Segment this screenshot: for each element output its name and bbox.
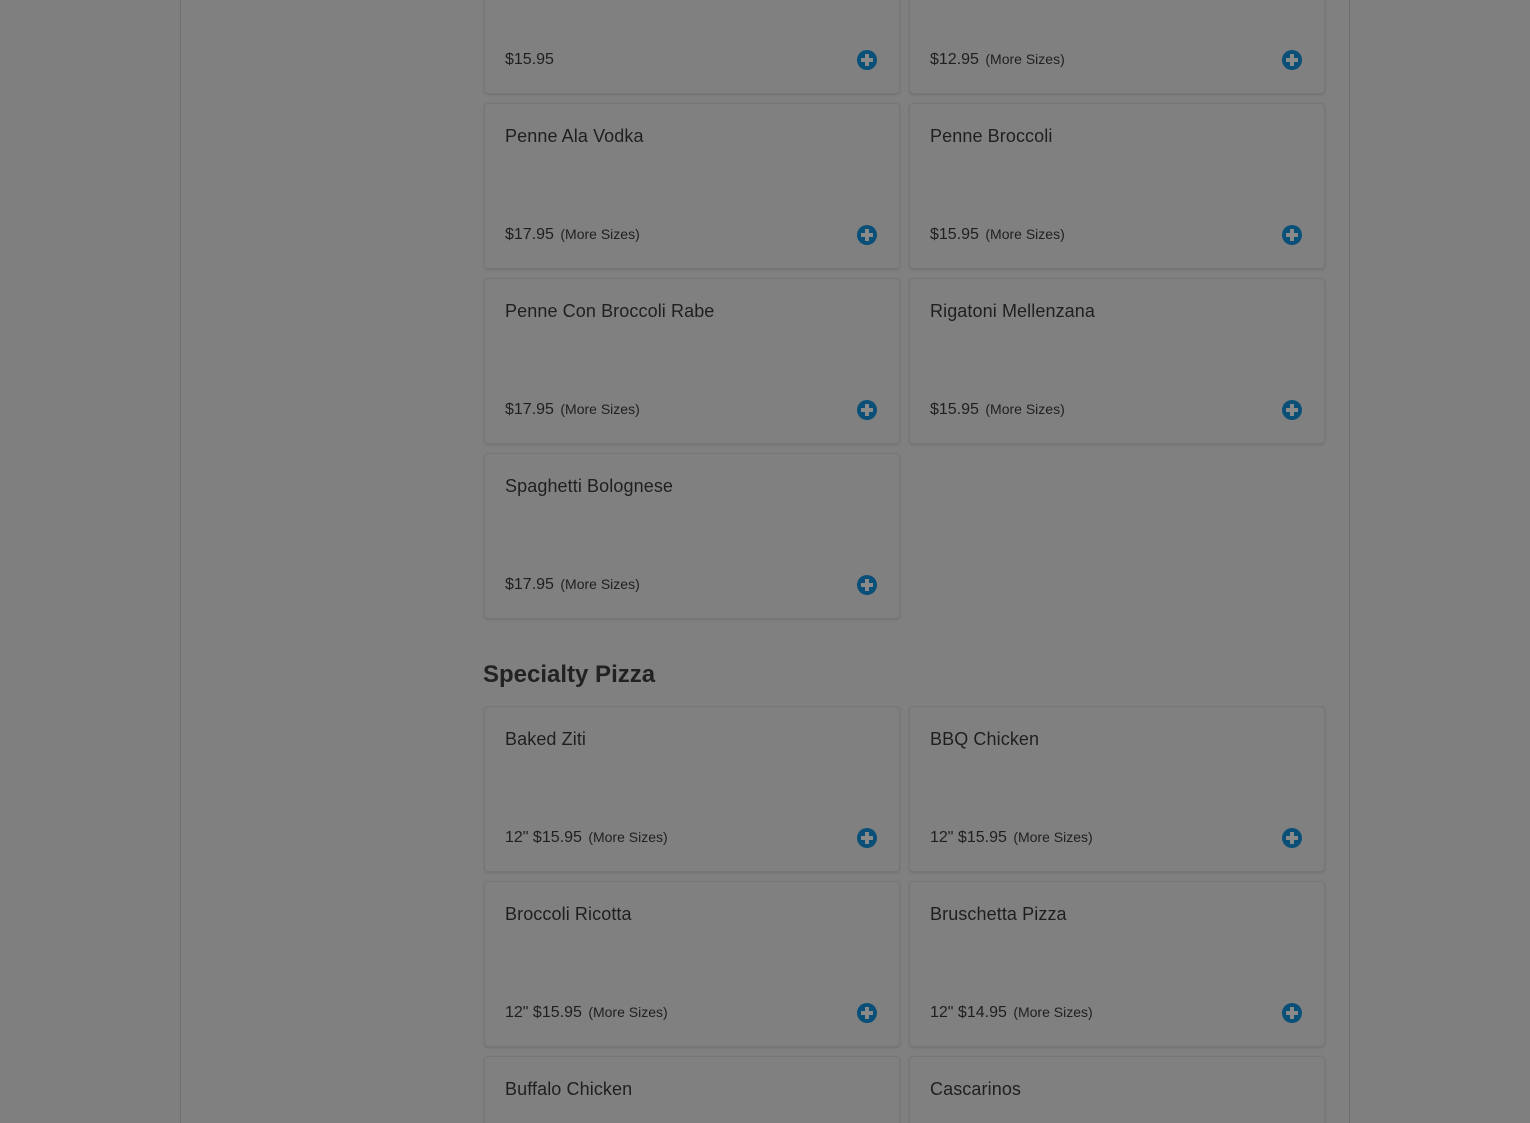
menu-item-card[interactable]: Penne Con Broccoli Rabe $17.95 (More Siz… — [484, 278, 900, 444]
add-item-plus-icon[interactable] — [1282, 225, 1302, 245]
item-name: Cascarinos — [930, 1079, 1022, 1099]
add-item-plus-icon[interactable] — [857, 225, 877, 245]
item-price: $17.95 — [505, 401, 554, 418]
item-price-row: $15.95 (More Sizes) — [930, 226, 1065, 244]
item-name: Penne Ala Vodka — [505, 126, 644, 146]
add-item-plus-icon[interactable] — [1282, 1003, 1302, 1023]
item-price: $15.95 — [930, 226, 979, 243]
add-item-plus-icon[interactable] — [1282, 400, 1302, 420]
item-name: Bruschetta Pizza — [930, 904, 1067, 924]
item-name: Rigatoni Mellenzana — [930, 301, 1095, 321]
item-price: $12.95 — [930, 51, 979, 68]
menu-item-card[interactable]: $15.95 — [484, 0, 900, 94]
menu-item-card[interactable]: Penne Broccoli $15.95 (More Sizes) — [909, 103, 1325, 269]
item-name: Baked Ziti — [505, 729, 587, 749]
more-sizes-label: (More Sizes) — [560, 226, 640, 242]
item-price-row: 12" $14.95 (More Sizes) — [930, 1004, 1093, 1022]
menu-item-card[interactable]: $12.95 (More Sizes) — [909, 0, 1325, 94]
item-price: $17.95 — [505, 226, 554, 243]
item-price-row: 12" $15.95 (More Sizes) — [930, 829, 1093, 847]
menu-item-card[interactable]: BBQ Chicken 12" $15.95 (More Sizes) — [909, 706, 1325, 872]
more-sizes-label: (More Sizes) — [1013, 829, 1093, 845]
add-item-plus-icon[interactable] — [857, 50, 877, 70]
item-name: Spaghetti Bolognese — [505, 476, 674, 496]
item-price-row: 12" $15.95 (More Sizes) — [505, 829, 668, 847]
item-price-row: $17.95 (More Sizes) — [505, 226, 640, 244]
item-price: 12" $15.95 — [930, 829, 1007, 846]
add-item-plus-icon[interactable] — [857, 828, 877, 848]
item-name: Broccoli Ricotta — [505, 904, 632, 924]
more-sizes-label: (More Sizes) — [560, 576, 640, 592]
more-sizes-label: (More Sizes) — [560, 401, 640, 417]
menu-item-card[interactable]: Buffalo Chicken — [484, 1056, 900, 1123]
item-name: Buffalo Chicken — [505, 1079, 633, 1099]
menu-item-card[interactable]: Baked Ziti 12" $15.95 (More Sizes) — [484, 706, 900, 872]
item-price-row: $17.95 (More Sizes) — [505, 576, 640, 594]
item-price-row: 12" $15.95 (More Sizes) — [505, 1004, 668, 1022]
item-price: 12" $15.95 — [505, 829, 582, 846]
item-price: 12" $14.95 — [930, 1004, 1007, 1021]
add-item-plus-icon[interactable] — [857, 575, 877, 595]
item-price: $15.95 — [505, 51, 554, 68]
add-item-plus-icon[interactable] — [857, 1003, 877, 1023]
item-price-row: $15.95 (More Sizes) — [930, 401, 1065, 419]
item-name: Penne Con Broccoli Rabe — [505, 301, 715, 321]
more-sizes-label: (More Sizes) — [1013, 1004, 1093, 1020]
more-sizes-label: (More Sizes) — [985, 51, 1065, 67]
item-price: 12" $15.95 — [505, 1004, 582, 1021]
menu-item-card[interactable]: Bruschetta Pizza 12" $14.95 (More Sizes) — [909, 881, 1325, 1047]
menu-item-card[interactable]: Rigatoni Mellenzana $15.95 (More Sizes) — [909, 278, 1325, 444]
item-price: $15.95 — [930, 401, 979, 418]
item-name: BBQ Chicken — [930, 729, 1040, 749]
section-title-specialty-pizza: Specialty Pizza — [483, 661, 656, 688]
item-name: Penne Broccoli — [930, 126, 1053, 146]
menu-item-card[interactable]: Penne Ala Vodka $17.95 (More Sizes) — [484, 103, 900, 269]
add-item-plus-icon[interactable] — [857, 400, 877, 420]
menu-item-card[interactable]: Broccoli Ricotta 12" $15.95 (More Sizes) — [484, 881, 900, 1047]
menu-item-card[interactable]: Cascarinos — [909, 1056, 1325, 1123]
add-item-plus-icon[interactable] — [1282, 828, 1302, 848]
item-price-row: $12.95 (More Sizes) — [930, 51, 1065, 69]
more-sizes-label: (More Sizes) — [985, 226, 1065, 242]
more-sizes-label: (More Sizes) — [985, 401, 1065, 417]
add-item-plus-icon[interactable] — [1282, 50, 1302, 70]
more-sizes-label: (More Sizes) — [588, 829, 668, 845]
more-sizes-label: (More Sizes) — [588, 1004, 668, 1020]
menu-item-card[interactable]: Spaghetti Bolognese $17.95 (More Sizes) — [484, 453, 900, 619]
item-price-row: $15.95 — [505, 51, 554, 69]
item-price: $17.95 — [505, 576, 554, 593]
item-price-row: $17.95 (More Sizes) — [505, 401, 640, 419]
